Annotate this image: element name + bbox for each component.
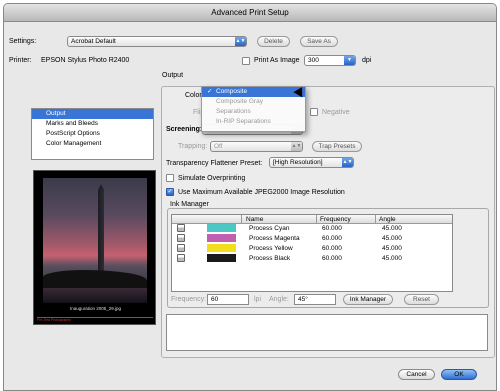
trap-presets-button[interactable]: Trap Presets xyxy=(312,141,362,152)
negative-checkbox[interactable] xyxy=(310,108,318,116)
column-divider xyxy=(375,215,376,224)
ink-swatch-black xyxy=(207,254,236,262)
monument-shape xyxy=(98,184,104,278)
cancel-button[interactable]: Cancel xyxy=(398,369,435,380)
jpeg2000-label: Use Maximum Available JPEG2000 Image Res… xyxy=(178,189,345,196)
menu-item-separations[interactable]: Separations xyxy=(202,107,305,117)
ink-swatch-cyan xyxy=(207,224,236,232)
printer-label: Printer: xyxy=(9,57,32,64)
ink-angle: 45.000 xyxy=(382,225,402,232)
column-header-frequency[interactable]: Frequency xyxy=(320,215,351,224)
printer-icon xyxy=(177,244,185,252)
settings-label: Settings: xyxy=(9,38,37,45)
print-as-image-checkbox[interactable] xyxy=(242,57,250,65)
menu-item-in-rip-separations[interactable]: In-RIP Separations xyxy=(202,117,305,127)
description-area xyxy=(166,314,488,351)
ink-angle: 45.000 xyxy=(382,255,402,262)
print-as-image-label: Print As Image xyxy=(254,57,300,64)
printer-icon xyxy=(177,234,185,242)
printer-icon xyxy=(177,224,185,232)
category-item-color-management[interactable]: Color Management xyxy=(32,139,153,149)
column-divider xyxy=(241,215,242,224)
simulate-overprinting-checkbox[interactable] xyxy=(166,174,174,182)
ink-name: Process Magenta xyxy=(249,235,300,242)
ink-angle: 45.000 xyxy=(382,245,402,252)
ink-name: Process Black xyxy=(249,255,291,262)
negative-label: Negative xyxy=(322,109,350,116)
menu-item-composite-gray[interactable]: Composite Gray xyxy=(202,97,305,107)
dpi-value: 300 xyxy=(308,57,319,64)
ok-button[interactable]: OK xyxy=(441,369,477,380)
settings-select[interactable]: Acrobat Default ▲▼ xyxy=(67,36,247,47)
save-as-button[interactable]: Save As xyxy=(300,36,338,47)
printer-name: EPSON Stylus Photo R2400 xyxy=(41,57,130,64)
category-item-postscript-options[interactable]: PostScript Options xyxy=(32,129,153,139)
ink-row[interactable]: Process Yellow 60.000 45.000 xyxy=(172,244,452,254)
ink-swatch-magenta xyxy=(207,234,236,242)
output-section-title: Output xyxy=(162,72,184,79)
chevron-updown-icon: ▲▼ xyxy=(291,142,302,151)
ink-name: Process Yellow xyxy=(249,245,293,252)
column-header-name[interactable]: Name xyxy=(246,215,263,224)
ink-table-header: Name Frequency Angle xyxy=(172,215,452,224)
ink-table: Name Frequency Angle Process Cyan 60.000… xyxy=(171,214,453,292)
trapping-select[interactable]: Off ▲▼ xyxy=(210,141,303,152)
column-divider xyxy=(316,215,317,224)
ink-frequency: 60.000 xyxy=(322,255,342,262)
ink-manager-button[interactable]: Ink Manager xyxy=(343,294,393,305)
angle-input[interactable]: 45° xyxy=(294,294,336,305)
ink-manager-title: Ink Manager xyxy=(170,201,209,208)
trapping-label: Trapping: xyxy=(178,143,208,150)
category-item-marks-and-bleeds[interactable]: Marks and Bleeds xyxy=(32,119,153,129)
ink-row[interactable]: Process Cyan 60.000 45.000 xyxy=(172,224,452,234)
advanced-print-setup-dialog: Advanced Print Setup Settings: Acrobat D… xyxy=(3,3,497,391)
preview-footer: Pre-Test Photography xyxy=(37,318,71,322)
ink-swatch-yellow xyxy=(207,244,236,252)
ink-frequency: 60.000 xyxy=(322,235,342,242)
checkmark-icon: ✓ xyxy=(207,88,213,95)
menu-item-label: Composite xyxy=(216,88,248,95)
ink-row[interactable]: Process Magenta 60.000 45.000 xyxy=(172,234,452,244)
ink-row[interactable]: Process Black 60.000 45.000 xyxy=(172,254,452,264)
flattener-select[interactable]: [High Resolution] ▲▼ xyxy=(269,157,354,168)
preview-caption: Inauguration 2005_29.jpg xyxy=(69,306,122,311)
category-item-output[interactable]: Output xyxy=(32,109,153,119)
flattener-label: Transparency Flattener Preset: xyxy=(166,160,263,167)
delete-button[interactable]: Delete xyxy=(257,36,290,47)
simulate-overprinting-label: Simulate Overprinting xyxy=(178,175,246,182)
jpeg2000-checkbox[interactable]: ✓ xyxy=(166,188,174,196)
menu-item-composite[interactable]: ✓ Composite xyxy=(202,87,305,97)
chevron-updown-icon: ▲▼ xyxy=(342,158,353,167)
ink-angle: 45.000 xyxy=(382,235,402,242)
treeline-shape xyxy=(43,270,147,288)
chevron-updown-icon: ▲▼ xyxy=(235,37,246,46)
angle-label: Angle: xyxy=(269,296,289,303)
screening-label: Screening: xyxy=(166,126,203,133)
ink-name: Process Cyan xyxy=(249,225,290,232)
frequency-unit: lpi xyxy=(254,296,262,303)
dpi-unit: dpi xyxy=(362,57,372,64)
reset-button[interactable]: Reset xyxy=(404,294,439,305)
chevron-down-icon: ▼ xyxy=(344,56,355,65)
flattener-value: [High Resolution] xyxy=(273,159,323,166)
preview-photo xyxy=(43,178,147,303)
settings-value: Acrobat Default xyxy=(71,38,116,45)
column-header-angle[interactable]: Angle xyxy=(379,215,396,224)
page-preview: Inauguration 2005_29.jpg Pre-Test Photog… xyxy=(33,170,156,325)
frequency-input[interactable]: 60 xyxy=(207,294,249,305)
dpi-select[interactable]: 300 ▼ xyxy=(304,55,356,66)
reflection-shape xyxy=(43,288,147,303)
ink-frequency: 60.000 xyxy=(322,225,342,232)
ink-frequency: 60.000 xyxy=(322,245,342,252)
trapping-value: Off xyxy=(214,143,223,150)
printer-icon xyxy=(177,254,185,262)
category-list: Output Marks and Bleeds PostScript Optio… xyxy=(31,108,154,160)
window-title: Advanced Print Setup xyxy=(4,4,496,22)
frequency-label: Frequency: xyxy=(171,296,207,303)
color-dropdown-menu: ✓ Composite Composite Gray Separations I… xyxy=(201,86,306,132)
